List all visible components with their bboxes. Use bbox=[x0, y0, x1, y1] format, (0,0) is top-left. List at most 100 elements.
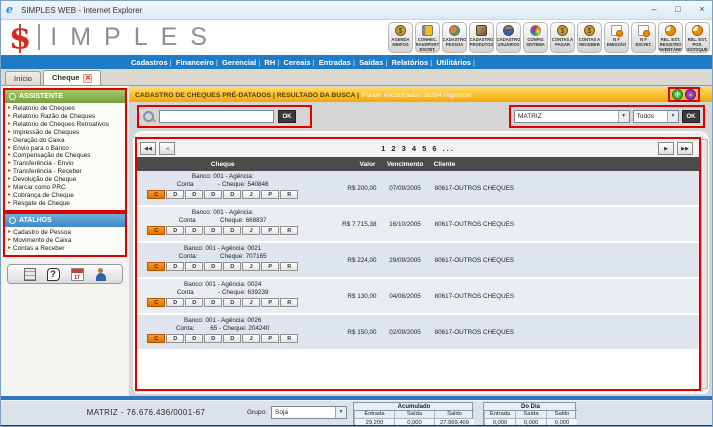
status-r-button[interactable]: R bbox=[280, 190, 298, 199]
status-d-button[interactable]: D bbox=[166, 262, 184, 271]
sidebar-item-envio-banco[interactable]: ▸Envio para o Banco bbox=[8, 145, 125, 153]
sidebar-item-relatorio-cheques[interactable]: ▸Relatório de Cheques bbox=[8, 105, 125, 113]
sidebar-item-relatorio-razao[interactable]: ▸Relatório Razão de Cheques bbox=[8, 113, 125, 121]
status-d-button[interactable]: D bbox=[166, 226, 184, 235]
status-d-button[interactable]: D bbox=[223, 226, 241, 235]
status-c-button[interactable]: C bbox=[147, 262, 165, 271]
status-d-button[interactable]: D bbox=[204, 190, 222, 199]
table-row[interactable]: Banco: 001 - Agência: 0021 Conta: Cheque… bbox=[137, 243, 699, 277]
help-icon[interactable]: ? bbox=[47, 268, 60, 281]
sidebar-item-contas-receber[interactable]: ▸Contas a Receber bbox=[8, 245, 125, 253]
status-d-button[interactable]: D bbox=[166, 334, 184, 343]
status-j-button[interactable]: J bbox=[242, 334, 260, 343]
toolbar-nf-emissao-button[interactable]: N F EMISSÃO bbox=[604, 22, 629, 53]
grupo-select[interactable]: Soja ▼ bbox=[271, 406, 347, 419]
filter-ok-button[interactable]: OK bbox=[682, 110, 700, 123]
menu-financeiro[interactable]: Financeiro bbox=[176, 58, 222, 67]
status-j-button[interactable]: J bbox=[242, 190, 260, 199]
status-d-button[interactable]: D bbox=[185, 226, 203, 235]
toolbar-nf-escrit-button[interactable]: N F ESCRIT. bbox=[631, 22, 656, 53]
sidebar-item-geracao-caixa[interactable]: ▸Geração do Caixa bbox=[8, 137, 125, 145]
toolbar-cadastro-produtos-button[interactable]: CADASTRO PRODUTOS bbox=[469, 22, 494, 53]
status-p-button[interactable]: P bbox=[261, 262, 279, 271]
sidebar-item-transferencia-receber[interactable]: ▸Transferência - Receber bbox=[8, 168, 125, 176]
sidebar-item-devolucao[interactable]: ▸Devolução de Cheque bbox=[8, 176, 125, 184]
sidebar-item-movimento-caixa[interactable]: ▸Movimento de Caixa bbox=[8, 237, 125, 245]
toolbar-cadastro-pessoa-button[interactable]: CADASTRO PESSOA bbox=[442, 22, 467, 53]
status-d-button[interactable]: D bbox=[185, 190, 203, 199]
status-d-button[interactable]: D bbox=[166, 190, 184, 199]
toolbar-cadastro-usuarios-button[interactable]: CADASTRO USUÁRIOS bbox=[496, 22, 521, 53]
add-record-button[interactable]: + bbox=[672, 89, 683, 100]
status-d-button[interactable]: D bbox=[185, 298, 203, 307]
status-c-button[interactable]: C bbox=[147, 298, 165, 307]
tab-cheque[interactable]: Cheque ✕ bbox=[43, 70, 102, 85]
sidebar-item-cobranca[interactable]: ▸Cobrança de Cheque bbox=[8, 192, 125, 200]
menu-entradas[interactable]: Entradas bbox=[319, 58, 359, 67]
toolbar-contas-receber-button[interactable]: $CONTAS A RECEBER bbox=[577, 22, 602, 53]
status-j-button[interactable]: J bbox=[242, 298, 260, 307]
maximize-button[interactable]: □ bbox=[666, 1, 690, 19]
status-d-button[interactable]: D bbox=[185, 262, 203, 271]
vertical-scrollbar[interactable] bbox=[701, 139, 708, 389]
status-d-button[interactable]: D bbox=[223, 298, 241, 307]
status-d-button[interactable]: D bbox=[204, 262, 222, 271]
sidebar-item-transferencia-envio[interactable]: ▸Transferência - Envio bbox=[8, 160, 125, 168]
sidebar-item-compensacao[interactable]: ▸Compensação de Cheques bbox=[8, 152, 125, 160]
table-row[interactable]: Banco: 001 - Agência: Conta Cheque: 6688… bbox=[137, 207, 699, 241]
sidebar-item-marcar-prc[interactable]: ▸Marcar como PRC bbox=[8, 184, 125, 192]
sidebar-item-cadastro-pessoa[interactable]: ▸Cadastro de Pessoa bbox=[8, 229, 125, 237]
collapse-up-button[interactable]: ▲ bbox=[685, 89, 696, 100]
tab-close-icon[interactable]: ✕ bbox=[83, 74, 92, 83]
menu-cereais[interactable]: Cereais bbox=[283, 58, 318, 67]
status-p-button[interactable]: P bbox=[261, 334, 279, 343]
menu-cadastros[interactable]: Cadastros bbox=[131, 58, 176, 67]
toolbar-contas-pagar-button[interactable]: $CONTAS A PAGAR bbox=[550, 22, 575, 53]
toolbar-rel-pos-estoque-button[interactable]: REL. EST. POS. ESTOQUE bbox=[685, 22, 710, 53]
status-c-button[interactable]: C bbox=[147, 226, 165, 235]
menu-rh[interactable]: RH bbox=[264, 58, 283, 67]
toolbar-config-sistema-button[interactable]: CONFIG SISTEMA bbox=[523, 22, 548, 53]
sidebar-item-resgate[interactable]: ▸Resgate de Cheque bbox=[8, 200, 125, 208]
status-r-button[interactable]: R bbox=[280, 298, 298, 307]
status-p-button[interactable]: P bbox=[261, 190, 279, 199]
menu-saidas[interactable]: Saídas bbox=[359, 58, 391, 67]
table-row[interactable]: Banco: 001 - Agência: 0026 Conta: 65 - C… bbox=[137, 315, 699, 349]
search-input[interactable] bbox=[159, 110, 274, 123]
page-numbers[interactable]: 1 2 3 4 5 6 ... bbox=[137, 144, 699, 153]
toolbar-rel-registro-inventario-button[interactable]: REL. EST. REGISTRO INVENTÁRIO bbox=[658, 22, 683, 53]
status-d-button[interactable]: D bbox=[204, 334, 222, 343]
sidebar-item-relatorio-retroativos[interactable]: ▸Relatório de Cheques Retroativos bbox=[8, 121, 125, 129]
status-d-button[interactable]: D bbox=[223, 334, 241, 343]
table-row[interactable]: Banco: 001 - Agência: Conta - Cheque: 54… bbox=[137, 171, 699, 205]
status-d-button[interactable]: D bbox=[223, 190, 241, 199]
menu-relatorios[interactable]: Relatórios bbox=[391, 58, 436, 67]
tab-inicio[interactable]: Início bbox=[5, 71, 41, 85]
status-c-button[interactable]: C bbox=[147, 190, 165, 199]
status-d-button[interactable]: D bbox=[185, 334, 203, 343]
status-d-button[interactable]: D bbox=[204, 226, 222, 235]
calculator-icon[interactable] bbox=[24, 268, 36, 281]
status-j-button[interactable]: J bbox=[242, 262, 260, 271]
search-ok-button[interactable]: OK bbox=[278, 110, 296, 123]
calendar-icon[interactable]: 17 bbox=[71, 268, 84, 281]
status-r-button[interactable]: R bbox=[280, 262, 298, 271]
table-row[interactable]: Banco: 001 - Agência: 0024 Conta - Chequ… bbox=[137, 279, 699, 313]
toolbar-agenda-button[interactable]: $AGENDA MINFOS bbox=[388, 22, 413, 53]
close-button[interactable]: × bbox=[690, 1, 713, 19]
minimize-button[interactable]: – bbox=[642, 1, 666, 19]
status-r-button[interactable]: R bbox=[280, 226, 298, 235]
status-c-button[interactable]: C bbox=[147, 334, 165, 343]
person-icon[interactable] bbox=[95, 268, 107, 281]
menu-utilitarios[interactable]: Utilitários bbox=[436, 58, 479, 67]
type-select[interactable]: Todos ▼ bbox=[633, 110, 679, 123]
status-d-button[interactable]: D bbox=[204, 298, 222, 307]
branch-select[interactable]: MATRIZ ▼ bbox=[514, 110, 630, 123]
status-j-button[interactable]: J bbox=[242, 226, 260, 235]
toolbar-conhec-transporte-button[interactable]: CONHEC. TRANSPORTE ESCRIT. bbox=[415, 22, 440, 53]
status-r-button[interactable]: R bbox=[280, 334, 298, 343]
menu-gerencial[interactable]: Gerencial bbox=[222, 58, 264, 67]
status-d-button[interactable]: D bbox=[223, 262, 241, 271]
status-p-button[interactable]: P bbox=[261, 298, 279, 307]
status-p-button[interactable]: P bbox=[261, 226, 279, 235]
